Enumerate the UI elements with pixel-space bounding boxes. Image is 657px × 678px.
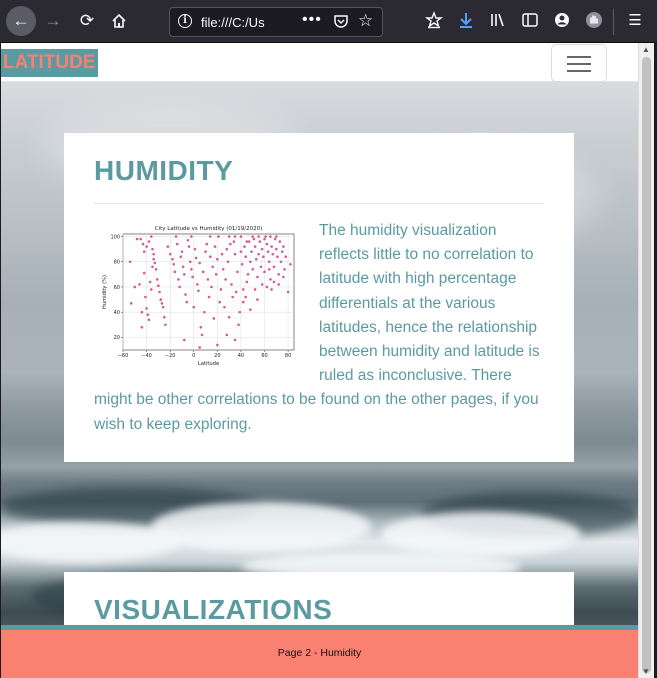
scroll-down-arrow-icon[interactable]: ▼	[642, 667, 650, 676]
hamburger-bar	[567, 56, 591, 58]
wave-foam	[151, 502, 371, 552]
browser-toolbar: ← → ⟳ i file:///C:/Us ••• ☆ ☰	[0, 0, 657, 43]
visualizations-card: VISUALIZATIONS	[64, 572, 574, 632]
sidebar-icon[interactable]	[520, 11, 540, 31]
footer: Page 2 - Humidity	[1, 625, 638, 678]
home-button-icon[interactable]	[104, 6, 134, 36]
library-icon[interactable]	[488, 11, 508, 31]
site-info-icon[interactable]: i	[178, 14, 192, 28]
hamburger-menu-icon[interactable]	[551, 44, 607, 82]
hamburger-bar	[567, 63, 591, 65]
address-bar[interactable]: i file:///C:/Us ••• ☆	[169, 7, 383, 37]
scroll-up-arrow-icon[interactable]: ▲	[642, 45, 650, 54]
forward-button-icon[interactable]: →	[38, 6, 68, 36]
url-fade	[266, 10, 296, 34]
chart-float-spacer	[94, 219, 319, 383]
footer-text: Page 2 - Humidity	[277, 647, 362, 659]
wave-foam	[381, 512, 581, 557]
humidity-card: HUMIDITY −60 −40 −20 0 20 40 60 80 20 40 60 80 100 Ci…	[64, 133, 574, 462]
wave-foam	[1, 522, 181, 562]
download-icon[interactable]	[456, 11, 476, 31]
toolbar-separator	[613, 9, 614, 35]
back-button-icon[interactable]: ←	[6, 6, 36, 36]
page-viewport: LATITUDE HUMIDITY −60 −40 −20 0 20 40 60 80 20 40…	[1, 43, 638, 678]
vertical-scrollbar[interactable]: ▲ ▼	[638, 43, 654, 678]
page-actions-icon[interactable]: •••	[302, 11, 322, 29]
card-title: VISUALIZATIONS	[94, 594, 333, 625]
reload-button-icon[interactable]: ⟳	[72, 6, 102, 36]
bookmark-star-icon[interactable]: ☆	[358, 11, 373, 31]
card-divider	[94, 203, 544, 204]
hamburger-bar	[567, 70, 591, 72]
brand-logo[interactable]: LATITUDE	[1, 49, 98, 77]
card-title: HUMIDITY	[94, 155, 234, 186]
pocket-icon[interactable]	[333, 13, 349, 29]
extension-hand-icon[interactable]	[584, 11, 604, 31]
menu-icon[interactable]: ☰	[625, 11, 645, 31]
scrollbar-thumb[interactable]	[642, 57, 651, 673]
account-icon[interactable]	[552, 11, 572, 31]
card-text-wrapper: The humidity visualization reflects litt…	[94, 219, 546, 437]
reading-list-icon[interactable]	[424, 11, 444, 31]
navbar: LATITUDE	[1, 43, 638, 82]
